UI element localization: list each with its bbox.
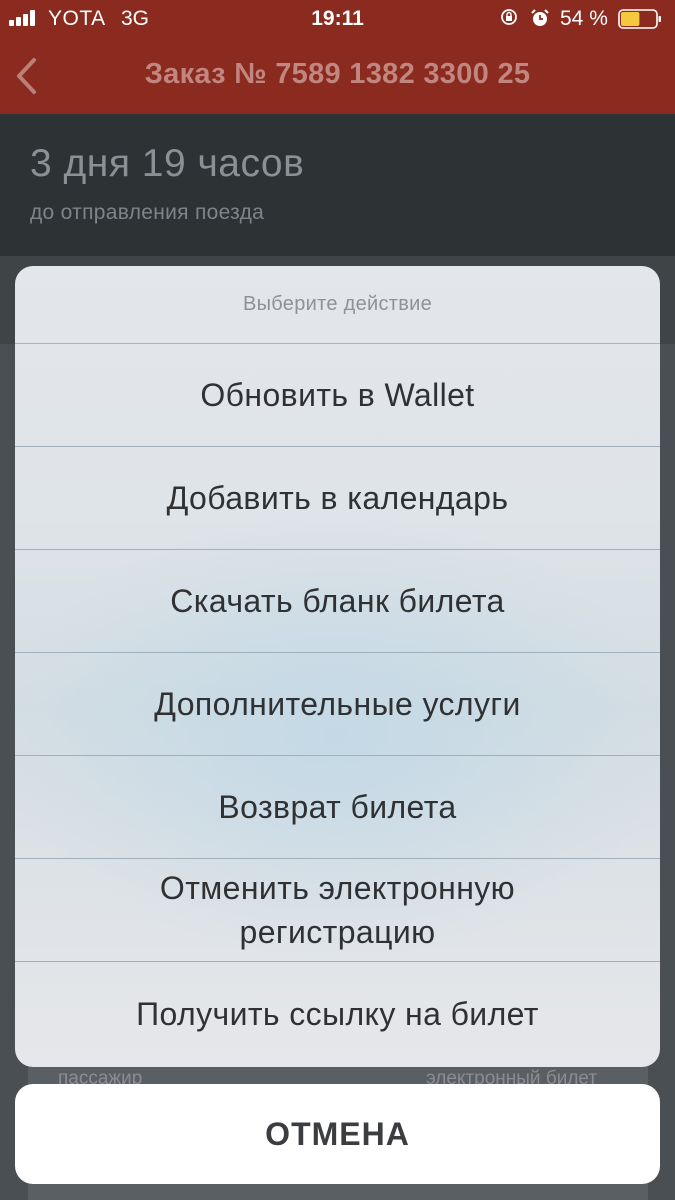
cancel-button[interactable]: ОТМЕНА: [15, 1084, 660, 1184]
download-ticket-form-button[interactable]: Скачать бланк билета: [15, 550, 660, 653]
action-label: Дополнительные услуги: [154, 686, 521, 722]
header-area: YOTA 3G 19:11 54 % Заказ № 7589 1382 330…: [0, 0, 675, 114]
countdown-caption: до отправления поезда: [30, 201, 265, 224]
update-wallet-button[interactable]: Обновить в Wallet: [15, 344, 660, 447]
action-label: Отменить электронную регистрацию: [159, 870, 516, 950]
action-sheet: Выберите действие Обновить в Wallet Доба…: [15, 266, 660, 1067]
battery-icon: [618, 9, 661, 29]
cancel-e-registration-button[interactable]: Отменить электронную регистрацию: [15, 859, 660, 962]
ticket-refund-button[interactable]: Возврат билета: [15, 756, 660, 859]
status-bar: YOTA 3G 19:11 54 %: [0, 0, 675, 38]
countdown-value: 3 дня 19 часов: [30, 142, 305, 185]
get-ticket-link-button[interactable]: Получить ссылку на билет: [15, 962, 660, 1065]
action-label: Добавить в календарь: [166, 480, 509, 516]
page-title: Заказ № 7589 1382 3300 25: [144, 58, 531, 90]
action-label: Скачать бланк билета: [170, 583, 505, 619]
action-sheet-title: Выберите действие: [15, 266, 660, 344]
battery-percent: 54 %: [560, 7, 608, 30]
rotation-lock-icon: [501, 9, 517, 25]
action-label: Обновить в Wallet: [200, 377, 475, 413]
countdown-panel: 3 дня 19 часов до отправления поезда: [0, 114, 675, 256]
action-label: Возврат билета: [218, 789, 457, 825]
alarm-clock-icon: [531, 9, 549, 26]
screen: YOTA 3G 19:11 54 % Заказ № 7589 1382 330…: [0, 0, 675, 1200]
add-to-calendar-button[interactable]: Добавить в календарь: [15, 447, 660, 550]
action-label: Получить ссылку на билет: [136, 995, 539, 1032]
additional-services-button[interactable]: Дополнительные услуги: [15, 653, 660, 756]
nav-bar: Заказ № 7589 1382 3300 25: [0, 38, 675, 114]
